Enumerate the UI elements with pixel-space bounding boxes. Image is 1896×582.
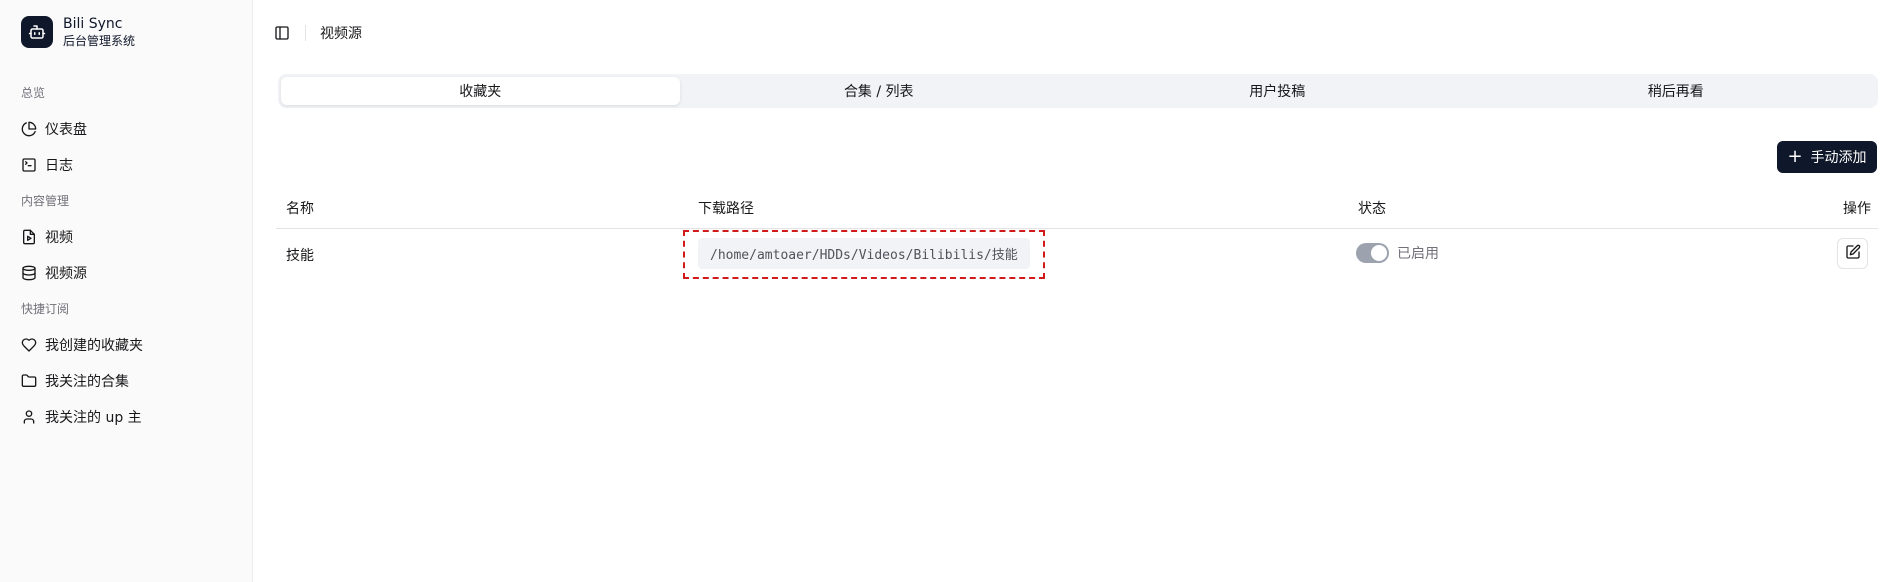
table-row: 技能 (276, 229, 1878, 279)
edit-button[interactable] (1837, 238, 1868, 269)
sidebar-item-dashboard[interactable]: 仪表盘 (14, 113, 240, 145)
breadcrumb: 视频源 (320, 26, 362, 42)
sidebar-item-label: 我关注的合集 (45, 374, 129, 390)
sidebar-item-label: 视频源 (45, 266, 87, 282)
terminal-icon (21, 157, 37, 173)
tab-favorites[interactable]: 收藏夹 (281, 77, 680, 105)
folder-icon (21, 373, 37, 389)
source-name: 技能 (286, 248, 314, 264)
sidebar-item-my-favorites[interactable]: 我创建的收藏夹 (14, 329, 240, 361)
status-cell: 已启用 (1356, 243, 1439, 263)
sidebar-item-label: 我创建的收藏夹 (45, 338, 143, 354)
tab-collections[interactable]: 合集 / 列表 (680, 77, 1079, 105)
robot-icon (21, 16, 53, 49)
sidebar-item-label: 日志 (45, 158, 73, 174)
brand[interactable]: Bili Sync 后台管理系统 (21, 16, 135, 49)
toggle-knob (1371, 245, 1387, 261)
sidebar-item-label: 我关注的 up 主 (45, 410, 142, 426)
sidebar-item-logs[interactable]: 日志 (14, 149, 240, 181)
database-icon (21, 265, 37, 281)
tab-watch-later[interactable]: 稍后再看 (1477, 77, 1876, 105)
sidebar-item-videos[interactable]: 视频 (14, 221, 240, 253)
group-label-overview: 总览 (21, 86, 46, 100)
group-label-content: 内容管理 (21, 194, 70, 208)
edit-icon (1845, 244, 1861, 264)
header-divider (305, 25, 306, 41)
sidebar-item-label: 视频 (45, 230, 73, 246)
pie-chart-icon (21, 121, 37, 137)
download-path[interactable]: /home/amtoaer/HDDs/Videos/Bilibilis/技能 (698, 238, 1030, 269)
column-header-name: 名称 (286, 201, 314, 217)
brand-title: Bili Sync (63, 16, 123, 32)
enabled-toggle[interactable] (1356, 243, 1389, 263)
sidebar-toggle-icon[interactable] (271, 22, 293, 44)
tab-user-submissions[interactable]: 用户投稿 (1078, 77, 1477, 105)
sidebar-item-followed-uploaders[interactable]: 我关注的 up 主 (14, 401, 240, 433)
sidebar-item-label: 仪表盘 (45, 122, 87, 138)
video-file-icon (21, 229, 37, 245)
heart-icon (21, 337, 37, 353)
sidebar-item-video-sources[interactable]: 视频源 (14, 257, 240, 289)
page-header: 视频源 (253, 0, 1896, 66)
brand-subtitle: 后台管理系统 (63, 33, 136, 48)
path-highlight-box: /home/amtoaer/HDDs/Videos/Bilibilis/技能 (683, 230, 1045, 279)
sidebar: Bili Sync 后台管理系统 总览 仪表盘 日志 内容管理 视频 视频源 快… (0, 0, 253, 582)
user-icon (21, 409, 37, 425)
plus-icon: + (1787, 146, 1803, 167)
sidebar-item-followed-collections[interactable]: 我关注的合集 (14, 365, 240, 397)
column-header-path: 下载路径 (698, 201, 754, 217)
manual-add-button[interactable]: + 手动添加 (1777, 141, 1877, 173)
group-label-quick-subscribe: 快捷订阅 (21, 302, 70, 316)
column-header-actions: 操作 (1843, 201, 1871, 217)
source-tabs: 收藏夹 合集 / 列表 用户投稿 稍后再看 (278, 74, 1878, 108)
status-label: 已启用 (1397, 246, 1439, 262)
column-header-status: 状态 (1358, 201, 1386, 217)
manual-add-label: 手动添加 (1810, 150, 1867, 166)
